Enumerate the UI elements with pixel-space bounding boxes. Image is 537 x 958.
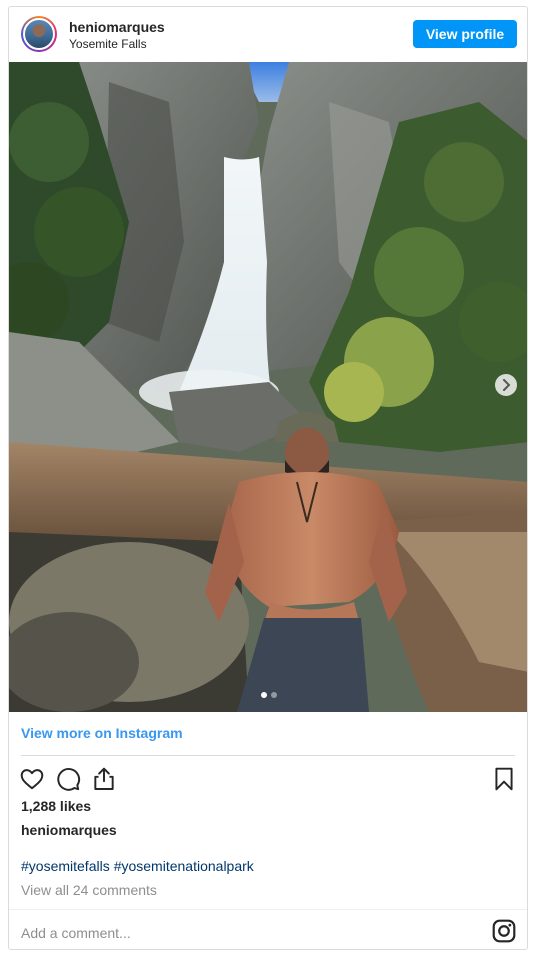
add-comment-field[interactable]: Add a comment... xyxy=(21,925,131,941)
author-username[interactable]: heniomarques xyxy=(69,19,165,35)
hashtag-link[interactable]: #yosemitefalls xyxy=(21,858,110,874)
view-all-comments-link[interactable]: View all 24 comments xyxy=(21,882,157,898)
action-bar xyxy=(9,764,527,792)
comment-icon[interactable] xyxy=(55,766,81,792)
avatar-image xyxy=(23,18,55,50)
carousel-indicator xyxy=(9,692,527,698)
caption-username[interactable]: heniomarques xyxy=(21,822,117,838)
likes-count[interactable]: 1,288 likes xyxy=(21,798,91,814)
caption-hashtags: #yosemitefalls #yosemitenationalpark xyxy=(21,858,258,874)
carousel-dot xyxy=(271,692,277,698)
heart-icon[interactable] xyxy=(19,766,45,792)
instagram-embed-card: heniomarques Yosemite Falls View profile xyxy=(8,6,528,950)
carousel-next-button[interactable] xyxy=(495,374,517,396)
view-profile-button[interactable]: View profile xyxy=(413,20,517,48)
chevron-right-icon xyxy=(503,379,511,391)
divider xyxy=(9,909,527,910)
post-location[interactable]: Yosemite Falls xyxy=(69,37,147,51)
hashtag-link[interactable]: #yosemitenationalpark xyxy=(114,858,254,874)
avatar[interactable] xyxy=(21,16,57,52)
bookmark-icon[interactable] xyxy=(491,766,517,792)
carousel-dot-active xyxy=(261,692,267,698)
post-header: heniomarques Yosemite Falls View profile xyxy=(9,7,527,61)
view-more-link[interactable]: View more on Instagram xyxy=(21,725,183,741)
post-photo[interactable] xyxy=(9,62,527,712)
divider xyxy=(21,755,515,756)
photo-image xyxy=(9,62,527,712)
instagram-icon[interactable] xyxy=(491,918,517,944)
share-icon[interactable] xyxy=(91,766,117,792)
